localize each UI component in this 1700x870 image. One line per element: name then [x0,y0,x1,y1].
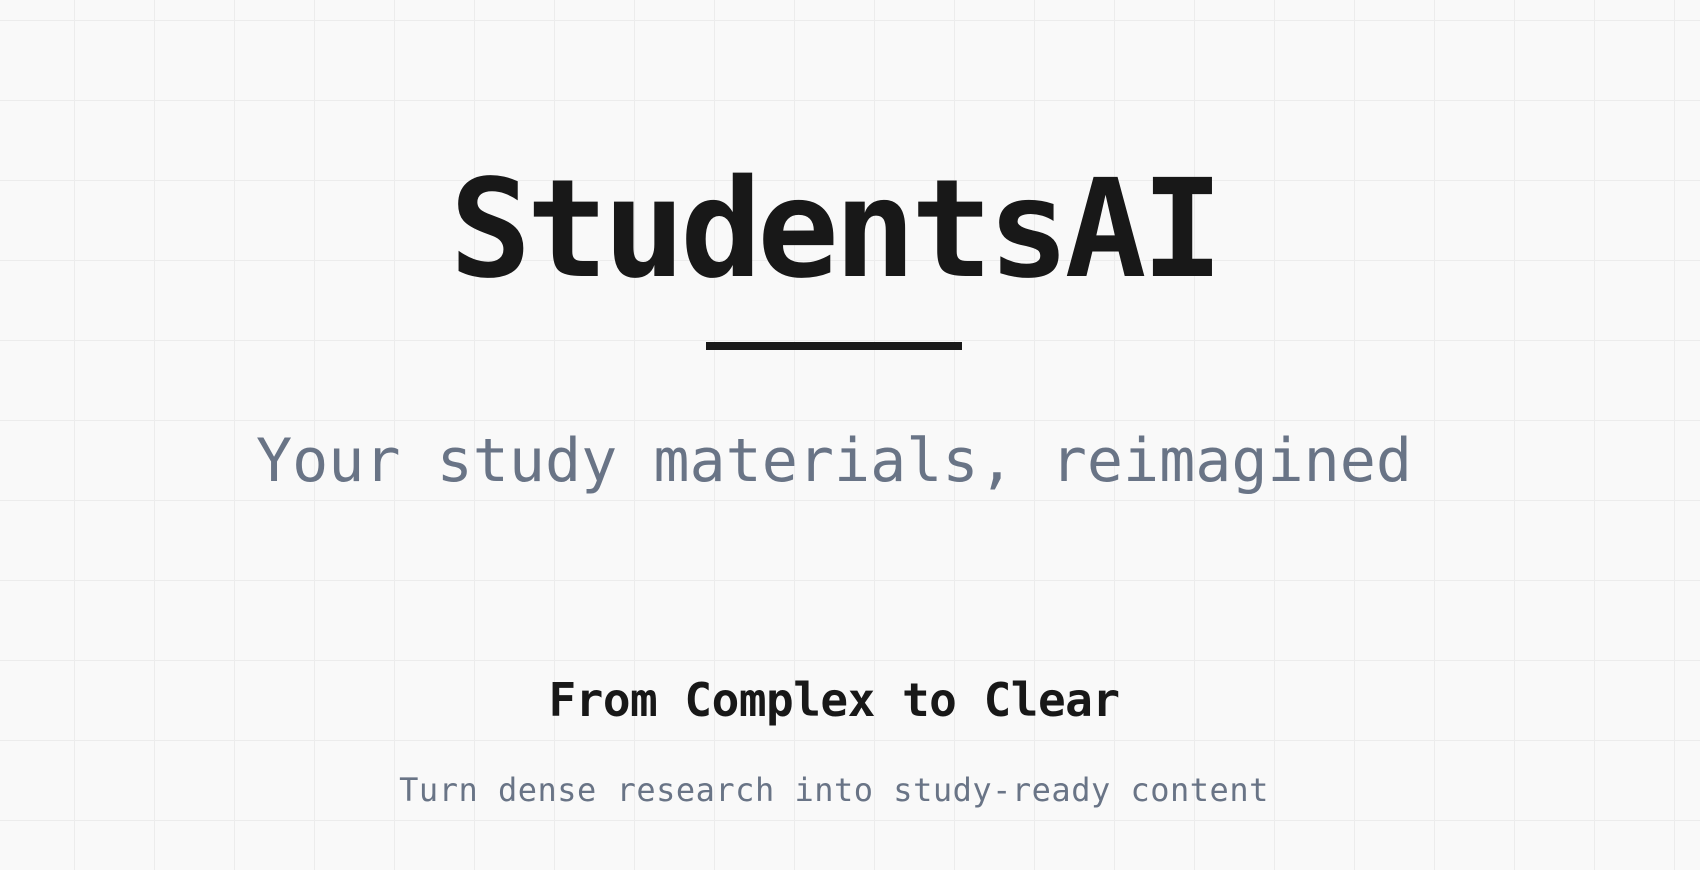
feature-subtitle: Turn dense research into study-ready con… [399,771,1269,809]
brand-title: StudentsAI [449,151,1224,309]
feature-title: From Complex to Clear [548,673,1120,727]
hero-tagline: Your study materials, reimagined [256,426,1412,496]
title-underline [706,342,962,350]
